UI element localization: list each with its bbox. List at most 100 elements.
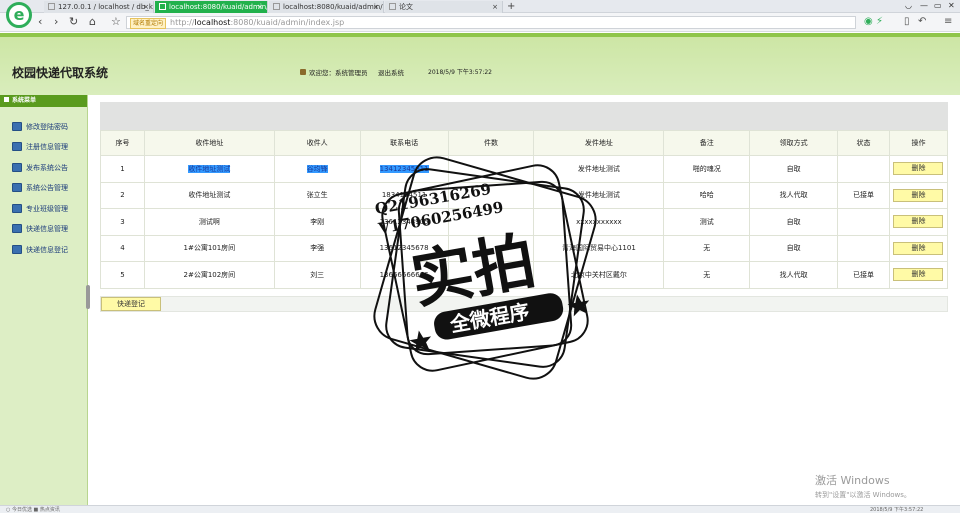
browser-tab-1[interactable]: 127.0.0.1 / localhost / db_kuai × bbox=[44, 1, 154, 13]
sidebar-item-label: 发布系统公告 bbox=[26, 164, 68, 172]
activate-title: 激活 Windows bbox=[815, 474, 890, 487]
sidebar-item-label: 系统公告管理 bbox=[26, 184, 68, 192]
delete-button[interactable]: 删除 bbox=[893, 268, 944, 282]
delete-button[interactable]: 删除 bbox=[893, 188, 944, 202]
sidebar-title: 系统菜单 bbox=[12, 97, 37, 104]
browser-logo: e bbox=[6, 2, 32, 28]
speed-icon[interactable]: ⚡ bbox=[876, 16, 883, 28]
minimize-icon[interactable]: — bbox=[920, 1, 928, 10]
forward-icon[interactable]: › bbox=[54, 16, 58, 28]
cell-phone: 13612348905 bbox=[359, 208, 449, 236]
redirect-badge: 域名重定向 bbox=[130, 18, 167, 29]
page-title: 校园快递代取系统 bbox=[12, 66, 109, 80]
logout-link[interactable]: 退出系统 bbox=[378, 67, 404, 77]
menu-icon[interactable]: ≡ bbox=[944, 16, 952, 28]
sidebar-item-express-register[interactable]: 快递信息登记 bbox=[12, 245, 68, 256]
col-header: 收件人 bbox=[273, 130, 361, 156]
address-bar[interactable]: 域名重定向 http://localhost:8080/kuaid/admin/i… bbox=[126, 16, 856, 29]
cell-note: 哈哈 bbox=[663, 181, 751, 209]
delete-button[interactable]: 删除 bbox=[893, 215, 944, 229]
tab-label: 127.0.0.1 / localhost / db_kuai bbox=[58, 3, 154, 11]
cell-count bbox=[447, 261, 535, 289]
cell-count bbox=[447, 208, 535, 236]
browser-tab-bar: 127.0.0.1 / localhost / db_kuai × localho… bbox=[0, 0, 960, 13]
cell-send-address: xxxxxxxxxxx bbox=[533, 208, 665, 236]
cell-index: 2 bbox=[100, 181, 145, 209]
tab-close-icon[interactable]: × bbox=[492, 1, 498, 13]
browser-tab-4[interactable]: 论文 × bbox=[385, 1, 503, 13]
browser-tab-3[interactable]: localhost:8080/kuaid/admin/× bbox=[269, 1, 384, 13]
browser-toolbar: ‹ › ↻ ⌂ ☆ 域名重定向 http://localhost:8080/kua… bbox=[0, 13, 960, 32]
tab-close-icon[interactable]: × bbox=[143, 1, 149, 13]
sidebar-item-label: 修改登陆密码 bbox=[26, 123, 68, 131]
delete-button[interactable]: 删除 bbox=[893, 162, 944, 176]
tab-label: 论文 bbox=[399, 3, 413, 11]
cell-action: 删除 bbox=[888, 155, 949, 183]
browser-tab-2[interactable]: localhost:8080/kuaid/admin/i × bbox=[155, 1, 268, 13]
sidebar: 系统菜单 修改登陆密码 注册信息管理 发布系统公告 系统公告管理 专业班级管理 … bbox=[0, 95, 90, 513]
cell-recv-address: 测试啊 bbox=[143, 208, 275, 236]
tab-close-icon[interactable]: × bbox=[373, 1, 379, 13]
cell-count bbox=[447, 234, 535, 262]
cell-action: 删除 bbox=[888, 181, 949, 209]
cell-action: 删除 bbox=[888, 208, 949, 236]
col-header: 备注 bbox=[663, 130, 751, 156]
cell-send-address: 青海国际贸易中心1101 bbox=[533, 234, 665, 262]
cell-phone: 13412345611 bbox=[359, 155, 449, 183]
table-row: 3 测试啊 李刚 13612348905 xxxxxxxxxxx 测试 自取 删… bbox=[100, 208, 949, 236]
cell-pickup: 找人代取 bbox=[749, 181, 839, 209]
sidebar-item-class-manage[interactable]: 专业班级管理 bbox=[12, 204, 68, 215]
cell-pickup: 自取 bbox=[749, 208, 839, 236]
shield-icon[interactable]: ◡ bbox=[905, 1, 912, 10]
cell-pickup: 找人代取 bbox=[749, 261, 839, 289]
maximize-icon[interactable]: ▭ bbox=[934, 1, 942, 10]
sidebar-item-label: 快递信息管理 bbox=[26, 225, 68, 233]
new-tab-icon[interactable]: + bbox=[507, 0, 515, 13]
cell-recipient: 张立生 bbox=[273, 181, 361, 209]
sidebar-toggle-icon[interactable]: ▯ bbox=[904, 16, 910, 28]
table-header-row: 序号 收件地址 收件人 联系电话 件数 发件地址 备注 领取方式 状态 操作 bbox=[100, 130, 949, 156]
activate-subtitle: 转到"设置"以激活 Windows。 bbox=[815, 491, 911, 499]
favorite-icon[interactable]: ☆ bbox=[111, 16, 121, 28]
back-icon[interactable]: ‹ bbox=[38, 16, 42, 28]
sidebar-item-change-password[interactable]: 修改登陆密码 bbox=[12, 122, 68, 133]
user-icon bbox=[300, 69, 306, 75]
toolbar-area bbox=[100, 102, 948, 130]
cell-count bbox=[447, 181, 535, 209]
table-row: 4 1#公寓101房间 李强 13612345678 青海国际贸易中心1101 … bbox=[100, 234, 949, 262]
cell-action: 删除 bbox=[888, 261, 949, 289]
cell-recipient: 谷均锋 bbox=[273, 155, 361, 183]
home-icon[interactable]: ⌂ bbox=[89, 16, 96, 28]
main-content: 序号 收件地址 收件人 联系电话 件数 发件地址 备注 领取方式 状态 操作 1… bbox=[90, 95, 960, 513]
cell-send-address: 北京中关村区戴尔 bbox=[533, 261, 665, 289]
cell-phone: 13612345678 bbox=[359, 234, 449, 262]
cell-recv-address: 收件地址测试 bbox=[143, 181, 275, 209]
sidebar-item-express-manage[interactable]: 快递信息管理 bbox=[12, 224, 68, 235]
security-icon[interactable]: ◉ bbox=[864, 16, 873, 28]
undo-icon[interactable]: ↶ bbox=[918, 16, 926, 28]
table-row: 5 2#公寓102房间 刘三 13666666666 北京中关村区戴尔 无 找人… bbox=[100, 261, 949, 289]
cell-recv-address: 2#公寓102房间 bbox=[143, 261, 275, 289]
delete-button[interactable]: 删除 bbox=[893, 241, 944, 255]
cell-phone: 1834124511 bbox=[359, 181, 449, 209]
register-express-button[interactable]: 快递登记 bbox=[101, 297, 161, 311]
cell-recipient: 李强 bbox=[273, 234, 361, 262]
cell-send-address: 发件地址测试 bbox=[533, 181, 665, 209]
cell-phone: 13666666666 bbox=[359, 261, 449, 289]
col-header: 领取方式 bbox=[749, 130, 839, 156]
close-window-icon[interactable]: ✕ bbox=[948, 1, 955, 10]
announce-icon bbox=[12, 163, 22, 172]
col-header: 发件地址 bbox=[533, 130, 665, 156]
reload-icon[interactable]: ↻ bbox=[69, 16, 78, 28]
register-row: 快递登记 bbox=[100, 296, 948, 312]
tab-close-icon[interactable]: × bbox=[257, 1, 263, 13]
sidebar-item-publish-notice[interactable]: 发布系统公告 bbox=[12, 163, 68, 174]
tab-label: localhost:8080/kuaid/admin/i bbox=[169, 3, 268, 11]
status-left-text: ○ 今日优选 ■ 热点资讯 bbox=[6, 507, 60, 513]
cell-note: 测试 bbox=[663, 208, 751, 236]
cell-status bbox=[837, 234, 890, 262]
sidebar-item-registration[interactable]: 注册信息管理 bbox=[12, 142, 68, 153]
cell-status: 已接单 bbox=[837, 261, 890, 289]
cell-pickup: 自取 bbox=[749, 234, 839, 262]
sidebar-item-notice-manage[interactable]: 系统公告管理 bbox=[12, 183, 68, 194]
